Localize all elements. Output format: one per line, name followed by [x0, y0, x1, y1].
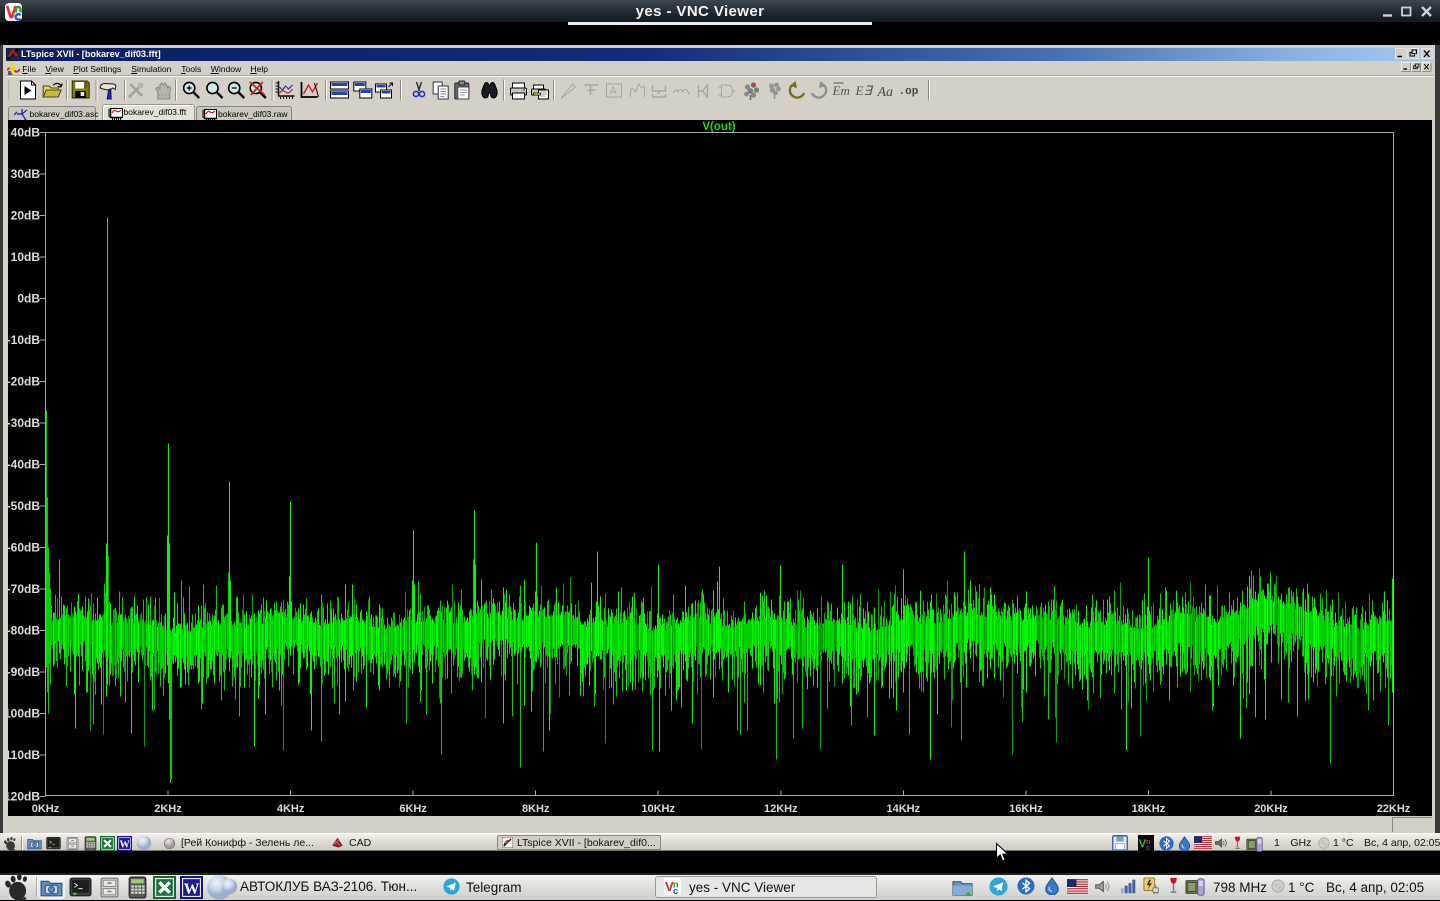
svg-text:-100dB: -100dB: [8, 706, 40, 720]
svg-text:8KHz: 8KHz: [522, 803, 550, 815]
svg-text:W: W: [119, 839, 130, 850]
svg-text:22KHz: 22KHz: [1377, 803, 1411, 815]
svg-text:c: c: [1146, 843, 1150, 851]
svg-text:-70dB: -70dB: [8, 581, 40, 595]
svg-text:2KHz: 2KHz: [154, 803, 182, 815]
svg-text:V(out): V(out): [702, 121, 735, 133]
svg-text:-10dB: -10dB: [8, 332, 40, 346]
svg-text:W: W: [184, 881, 200, 898]
svg-text:18KHz: 18KHz: [1132, 803, 1166, 815]
svg-text:0dB: 0dB: [17, 291, 40, 305]
svg-text:-30dB: -30dB: [8, 415, 40, 429]
svg-text:14KHz: 14KHz: [886, 803, 920, 815]
svg-text:12KHz: 12KHz: [764, 803, 798, 815]
svg-text:-80dB: -80dB: [8, 623, 40, 637]
svg-text:-90dB: -90dB: [8, 664, 40, 678]
svg-text:6KHz: 6KHz: [399, 803, 427, 815]
svg-text:-60dB: -60dB: [8, 540, 40, 554]
svg-text:Em: Em: [831, 83, 849, 98]
svg-text:10dB: 10dB: [11, 249, 41, 263]
svg-text:-50dB: -50dB: [8, 498, 40, 512]
svg-text:20KHz: 20KHz: [1254, 803, 1288, 815]
svg-text:16KHz: 16KHz: [1009, 803, 1043, 815]
svg-text:.op: .op: [898, 86, 918, 98]
svg-text:c: c: [673, 886, 678, 895]
svg-text:A: A: [609, 86, 617, 98]
svg-text:4KHz: 4KHz: [277, 803, 305, 815]
svg-text:-110dB: -110dB: [8, 747, 40, 761]
svg-text:20dB: 20dB: [11, 208, 41, 222]
svg-text:-40dB: -40dB: [8, 457, 40, 471]
svg-text:E∃: E∃: [854, 83, 873, 98]
svg-text:-20dB: -20dB: [8, 374, 40, 388]
svg-text:-120dB: -120dB: [8, 789, 40, 803]
svg-text:30dB: 30dB: [11, 166, 41, 180]
svg-text:Aa: Aa: [876, 85, 893, 100]
svg-text:10KHz: 10KHz: [641, 803, 675, 815]
svg-text:40dB: 40dB: [11, 125, 41, 139]
svg-text:0KHz: 0KHz: [32, 803, 60, 815]
